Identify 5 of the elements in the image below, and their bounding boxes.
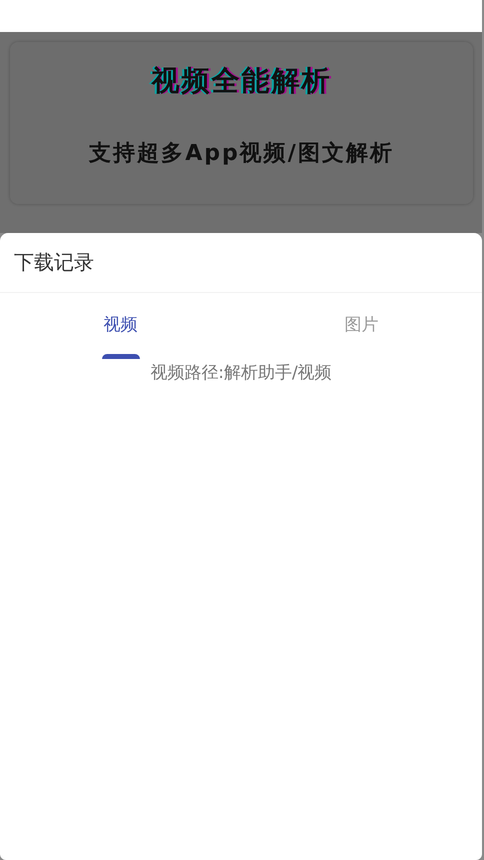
banner-subtitle: 支持超多App视频/图文解析 bbox=[89, 140, 394, 168]
path-text: 视频路径:解析助手/视频 bbox=[149, 362, 333, 384]
tab[interactable]: 视频 bbox=[102, 293, 140, 359]
banner-title: 视频全能解析 bbox=[152, 63, 332, 99]
sheet-title: 下载记录 bbox=[14, 249, 94, 276]
